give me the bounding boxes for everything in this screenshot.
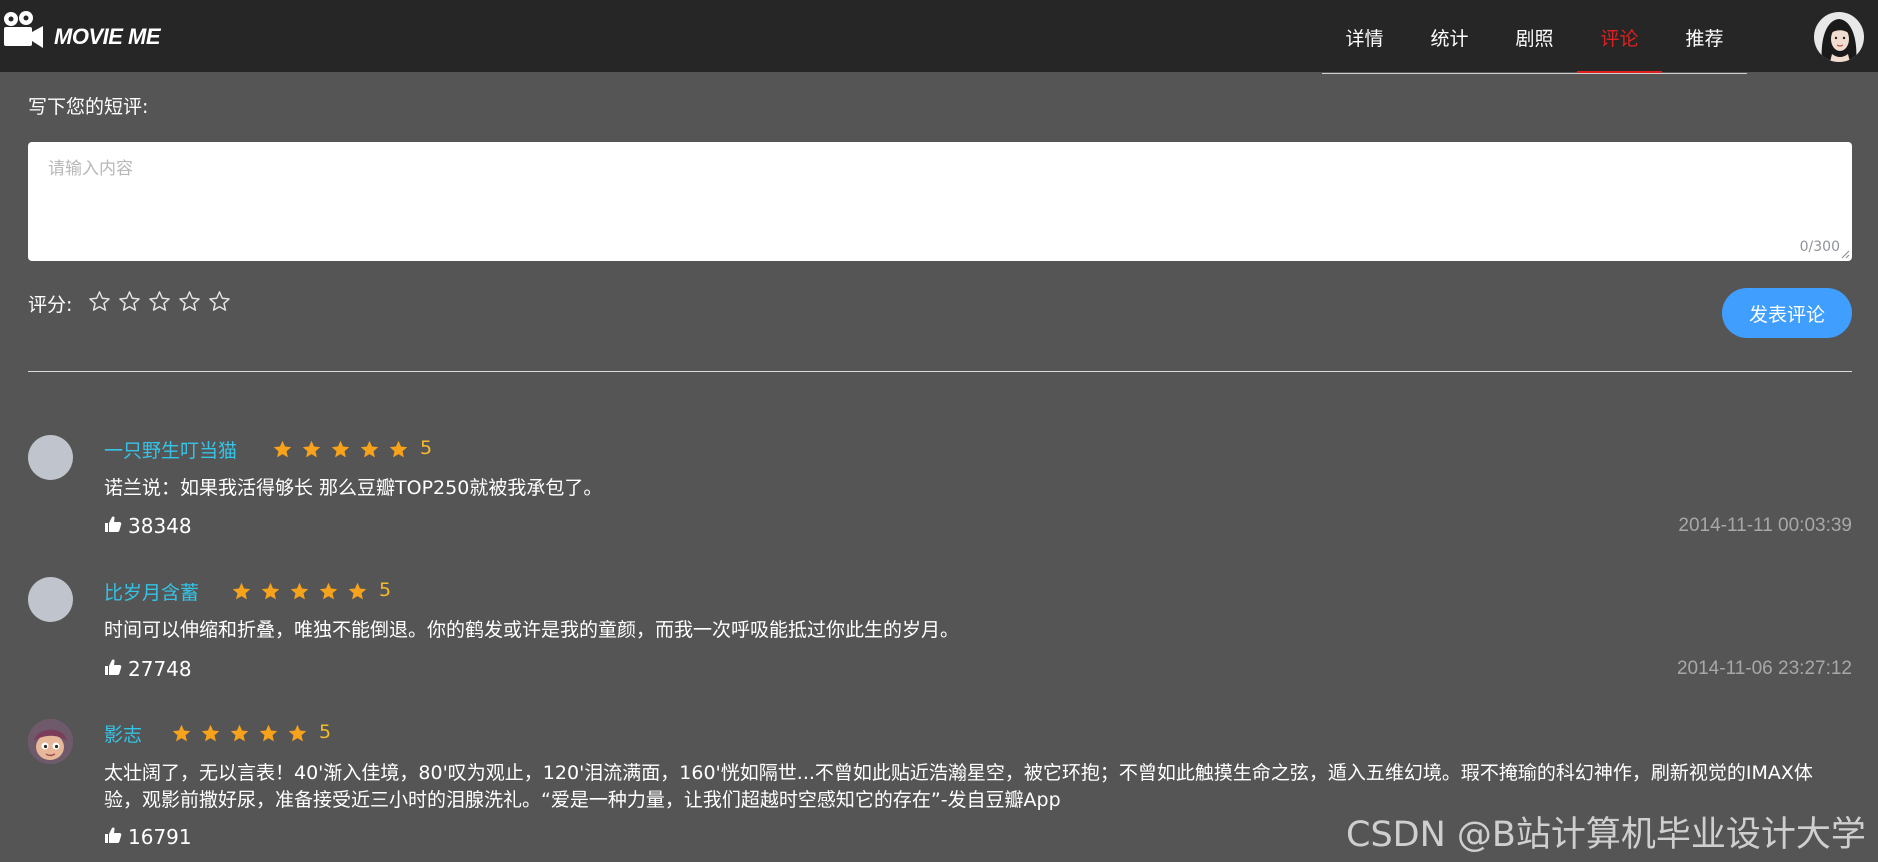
commenter-name[interactable]: 影志 <box>104 720 142 747</box>
comment-placeholder: 请输入内容 <box>48 159 133 179</box>
star-filled-icon <box>389 440 408 458</box>
commenter-avatar <box>28 719 73 764</box>
commenter-avatar <box>28 435 73 480</box>
comment-score: 5 <box>420 437 433 459</box>
tab-comments[interactable]: 评论 <box>1577 24 1662 51</box>
commenter-name[interactable]: 比岁月含蓄 <box>104 578 199 605</box>
star-outline-icon[interactable] <box>118 290 141 313</box>
write-comment-label: 写下您的短评: <box>28 96 149 118</box>
divider <box>28 371 1852 372</box>
star-outline-icon[interactable] <box>88 290 111 313</box>
tab-details[interactable]: 详情 <box>1322 24 1407 51</box>
star-filled-icon <box>261 582 280 600</box>
thumbs-up-icon[interactable] <box>104 658 122 676</box>
comment-rating-stars <box>272 439 409 460</box>
commenter-name[interactable]: 一只野生叮当猫 <box>104 436 237 463</box>
like-count: 27748 <box>128 657 192 681</box>
commenter-avatar <box>28 577 73 622</box>
star-filled-icon <box>172 724 191 742</box>
comment-score: 5 <box>379 579 392 601</box>
rating-label: 评分: <box>28 294 73 316</box>
rating-input[interactable] <box>88 290 231 316</box>
logo-text: MOVIE ME <box>54 24 161 49</box>
star-filled-icon <box>319 582 338 600</box>
user-avatar[interactable] <box>1814 12 1864 62</box>
active-tab-indicator <box>1577 71 1662 73</box>
star-filled-icon <box>331 440 350 458</box>
user-avatar-image <box>1814 12 1864 62</box>
star-filled-icon <box>348 582 367 600</box>
like-count: 16791 <box>128 825 192 849</box>
comment-rating-stars <box>231 581 368 602</box>
comment-textarea[interactable]: 请输入内容 0/300 <box>28 142 1852 261</box>
star-filled-icon <box>201 724 220 742</box>
cartoon-avatar-image <box>28 719 73 764</box>
thumbs-up-icon[interactable] <box>104 515 122 533</box>
comment-text: 时间可以伸缩和折叠，唯独不能倒退。你的鹤发或许是我的童颜，而我一次呼吸能抵过你此… <box>104 619 960 641</box>
star-filled-icon <box>259 724 278 742</box>
resize-handle-icon[interactable] <box>1840 249 1850 259</box>
star-filled-icon <box>232 582 251 600</box>
comment-score: 5 <box>319 721 332 743</box>
star-filled-icon <box>273 440 292 458</box>
star-outline-icon[interactable] <box>178 290 201 313</box>
star-outline-icon[interactable] <box>148 290 171 313</box>
movie-camera-icon <box>4 11 43 48</box>
comment-rating-stars <box>171 723 308 744</box>
star-outline-icon[interactable] <box>208 290 231 313</box>
star-filled-icon <box>288 724 307 742</box>
comment-time: 2014-11-11 00:03:39 <box>1678 515 1852 536</box>
star-filled-icon <box>290 582 309 600</box>
tab-statistics[interactable]: 统计 <box>1407 24 1492 51</box>
nav-tabs: 详情 统计 剧照 评论 推荐 <box>1322 0 1747 74</box>
tab-recommend[interactable]: 推荐 <box>1662 24 1747 51</box>
thumbs-up-icon[interactable] <box>104 826 122 844</box>
star-filled-icon <box>360 440 379 458</box>
tab-stills[interactable]: 剧照 <box>1492 24 1577 51</box>
like-count: 38348 <box>128 514 192 538</box>
submit-comment-button[interactable]: 发表评论 <box>1722 288 1852 338</box>
star-filled-icon <box>302 440 321 458</box>
char-counter: 0/300 <box>1799 239 1840 255</box>
comment-time: 2014-11-06 23:27:12 <box>1676 658 1852 679</box>
comment-text: 诺兰说：如果我活得够长 那么豆瓣TOP250就被我承包了。 <box>104 477 603 499</box>
star-filled-icon <box>230 724 249 742</box>
top-navbar: MOVIE ME 详情 统计 剧照 评论 推荐 <box>0 0 1878 74</box>
watermark: CSDN @B站计算机毕业设计大学 <box>1346 815 1866 855</box>
